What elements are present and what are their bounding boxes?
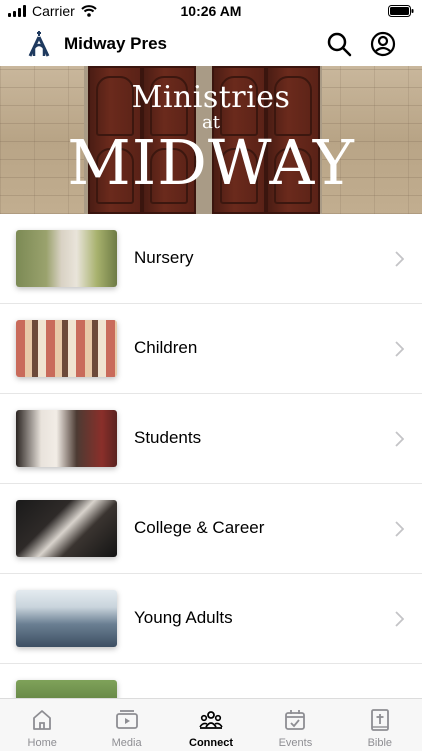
church-logo-icon (28, 31, 50, 57)
children-photo (16, 320, 117, 377)
college-career-photo (16, 500, 117, 557)
battery-icon (388, 4, 414, 22)
list-item-college-career[interactable]: College & Career (0, 484, 422, 574)
list-item-label: Students (134, 428, 202, 447)
nursery-photo (16, 230, 117, 287)
list-item-label: Children (134, 338, 198, 357)
tab-connect[interactable]: Connect (169, 699, 253, 751)
chevron-right-icon (395, 341, 404, 357)
tab-label: Events (278, 737, 313, 749)
young-adults-photo (16, 590, 117, 647)
connect-icon (199, 711, 223, 729)
tab-bar: Home Media Connect Events Bible (0, 698, 422, 751)
app-title: Midway Pres (64, 34, 167, 53)
nav-bar: Midway Pres (0, 22, 422, 66)
tab-label: Bible (367, 737, 393, 749)
list-item-nursery[interactable]: Nursery (0, 214, 422, 304)
profile-icon[interactable] (370, 31, 396, 57)
tab-bible[interactable]: Bible (338, 699, 422, 751)
tab-label: Connect (189, 737, 234, 749)
chevron-right-icon (395, 251, 404, 267)
list-item-students[interactable]: Students (0, 394, 422, 484)
students-photo (16, 410, 117, 467)
list-item-children[interactable]: Children (0, 304, 422, 394)
banner-title-line3: MIDWAY (67, 126, 355, 199)
ministry-list: Nursery Children Students College & Care… (0, 214, 422, 698)
tab-home[interactable]: Home (0, 699, 84, 751)
list-item-young-adults[interactable]: Young Adults (0, 574, 422, 664)
tab-media[interactable]: Media (84, 699, 168, 751)
tab-label: Home (27, 737, 57, 749)
status-time: 10:26 AM (180, 3, 242, 19)
tab-events[interactable]: Events (253, 699, 337, 751)
list-item-label: Nursery (134, 248, 194, 267)
home-icon (33, 710, 52, 730)
tab-label: Media (111, 737, 142, 749)
ministry-photo (16, 680, 117, 698)
bible-icon (370, 709, 389, 731)
ministries-banner: Ministries at MIDWAY (0, 66, 422, 214)
status-bar: Carrier 10:26 AM (0, 0, 422, 22)
banner-title-line1: Ministries (131, 80, 291, 115)
events-icon (285, 710, 306, 730)
list-item-label: Young Adults (134, 608, 233, 627)
list-item-partial[interactable] (0, 664, 422, 698)
chevron-right-icon (395, 431, 404, 447)
list-item-label: College & Career (134, 518, 265, 537)
chevron-right-icon (395, 611, 404, 627)
chevron-right-icon (395, 521, 404, 537)
media-icon (115, 710, 138, 729)
search-icon[interactable] (326, 31, 352, 57)
